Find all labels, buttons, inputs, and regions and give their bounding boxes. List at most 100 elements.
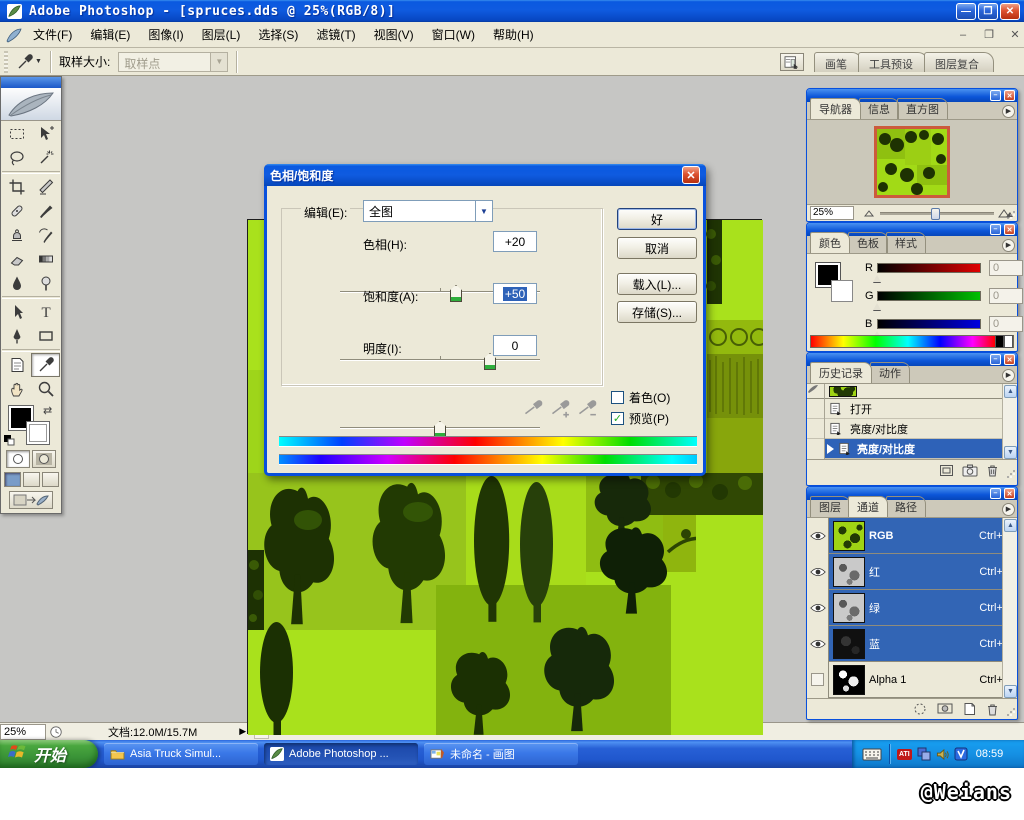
- navigator-menu-button[interactable]: ▶: [1002, 105, 1015, 118]
- b-value-field[interactable]: 0: [989, 316, 1023, 332]
- channel-row-red[interactable]: 红 Ctrl+1: [807, 554, 1017, 590]
- g-value-field[interactable]: 0: [989, 288, 1023, 304]
- blur-tool[interactable]: [2, 271, 31, 295]
- eye-icon[interactable]: [810, 639, 826, 649]
- task-photoshop[interactable]: Adobe Photoshop ...: [264, 743, 418, 765]
- eyedropper-sample-icon[interactable]: [523, 398, 543, 418]
- eye-icon[interactable]: [810, 567, 826, 577]
- color-spectrum-bar[interactable]: [810, 334, 1014, 350]
- color-background-swatch[interactable]: [831, 280, 853, 302]
- restore-button[interactable]: ❐: [978, 3, 998, 20]
- zoom-out-icon[interactable]: [864, 209, 876, 217]
- options-bar-grip[interactable]: [4, 51, 8, 73]
- task-paint[interactable]: 未命名 - 画图: [424, 743, 578, 765]
- tab-styles[interactable]: 样式: [886, 232, 926, 253]
- lasso-tool[interactable]: [2, 146, 31, 170]
- menu-select[interactable]: 选择(S): [249, 22, 307, 47]
- navigator-zoom-field[interactable]: 25%: [810, 206, 854, 220]
- clone-stamp-tool[interactable]: [2, 223, 31, 247]
- hue-slider-thumb[interactable]: [450, 285, 462, 302]
- delete-state-trash-icon[interactable]: [986, 463, 999, 477]
- saturation-input[interactable]: +50: [493, 283, 537, 304]
- cancel-button[interactable]: 取消: [617, 237, 697, 259]
- status-popup-arrow-icon[interactable]: ▶: [239, 726, 246, 737]
- eye-icon[interactable]: [810, 603, 826, 613]
- file-browser-button[interactable]: [780, 53, 804, 71]
- tab-actions[interactable]: 动作: [870, 362, 910, 383]
- new-channel-icon[interactable]: [963, 702, 976, 716]
- navigator-minimize-button[interactable]: –: [990, 90, 1001, 101]
- quick-mask-mode-button[interactable]: [32, 450, 56, 468]
- navigator-zoom-thumb[interactable]: [931, 208, 940, 220]
- swap-colors-icon[interactable]: ⇄: [43, 404, 52, 417]
- tab-layers[interactable]: 图层: [810, 496, 850, 517]
- standard-mode-button[interactable]: [6, 450, 30, 468]
- history-item-brightness-1[interactable]: 亮度/对比度: [807, 419, 1017, 439]
- channels-menu-button[interactable]: ▶: [1002, 503, 1015, 516]
- channels-minimize-button[interactable]: –: [990, 488, 1001, 499]
- scroll-down-icon[interactable]: ▼: [1004, 685, 1017, 698]
- taskbar-clock[interactable]: 08:59: [976, 748, 1004, 760]
- channels-close-button[interactable]: ✕: [1004, 488, 1015, 499]
- eyedropper-tool-icon[interactable]: ▼: [16, 54, 42, 70]
- spectrum-white-swatch[interactable]: [1004, 335, 1013, 348]
- fullscreen-menubar-mode-button[interactable]: [23, 472, 40, 487]
- history-item-brightness-2-selected[interactable]: 亮度/对比度: [807, 439, 1017, 459]
- palette-well-tab-tool-presets[interactable]: 工具预设: [858, 52, 928, 72]
- palette-well-tab-layer-comps[interactable]: 图层复合: [924, 52, 994, 72]
- notes-tool[interactable]: [2, 353, 31, 377]
- channels-resize-grip[interactable]: [1006, 707, 1016, 717]
- doc-close-button[interactable]: ✕: [1006, 28, 1024, 41]
- channel-row-rgb[interactable]: RGB Ctrl+~: [807, 518, 1017, 554]
- r-slider-bar[interactable]: [877, 263, 981, 273]
- slice-tool[interactable]: [31, 175, 60, 199]
- history-resize-grip[interactable]: [1006, 469, 1016, 479]
- antivirus-tray-icon[interactable]: [954, 747, 968, 761]
- input-method-keyboard-icon[interactable]: [862, 748, 882, 761]
- dodge-tool[interactable]: [31, 271, 60, 295]
- move-tool[interactable]: [31, 122, 60, 146]
- save-button[interactable]: 存储(S)...: [617, 301, 697, 323]
- channel-row-alpha1[interactable]: Alpha 1 Ctrl+4: [807, 662, 1017, 698]
- minimize-button[interactable]: —: [956, 3, 976, 20]
- navigator-resize-grip[interactable]: [1006, 210, 1016, 220]
- eyedropper-add-icon[interactable]: [550, 398, 570, 418]
- shape-tool[interactable]: [31, 324, 60, 348]
- fullscreen-mode-button[interactable]: [42, 472, 59, 487]
- path-selection-tool[interactable]: [2, 300, 31, 324]
- menu-window[interactable]: 窗口(W): [423, 22, 484, 47]
- tab-swatches[interactable]: 色板: [848, 232, 888, 253]
- brush-tool[interactable]: [31, 199, 60, 223]
- preview-checkbox[interactable]: ✓: [611, 412, 624, 425]
- g-slider-thumb[interactable]: [873, 303, 881, 310]
- navigator-view-box[interactable]: [874, 126, 950, 198]
- document-size-info[interactable]: 文档:12.0M/15.7M: [108, 724, 197, 740]
- status-zoom-field[interactable]: 25%: [0, 724, 46, 740]
- zoom-tool[interactable]: [31, 377, 60, 401]
- hue-input[interactable]: +20: [493, 231, 537, 252]
- ok-button[interactable]: 好: [617, 208, 697, 230]
- pen-tool[interactable]: [2, 324, 31, 348]
- jump-to-imageready-button[interactable]: [9, 491, 53, 509]
- lightness-slider[interactable]: [340, 420, 540, 436]
- history-snapshot-row[interactable]: [807, 384, 1017, 399]
- r-value-field[interactable]: 0: [989, 260, 1023, 276]
- load-selection-icon[interactable]: [913, 702, 927, 716]
- load-button[interactable]: 载入(L)...: [617, 273, 697, 295]
- standard-screen-mode-button[interactable]: [4, 472, 21, 487]
- tab-paths[interactable]: 路径: [886, 496, 926, 517]
- b-slider-bar[interactable]: [877, 319, 981, 329]
- scroll-up-icon[interactable]: ▲: [1004, 519, 1017, 532]
- history-item-open[interactable]: 打开: [807, 399, 1017, 419]
- tab-history[interactable]: 历史记录: [810, 362, 872, 383]
- save-selection-icon[interactable]: [937, 702, 953, 715]
- doc-minimize-button[interactable]: –: [954, 29, 972, 41]
- navigator-close-button[interactable]: ✕: [1004, 90, 1015, 101]
- doc-restore-button[interactable]: ❐: [980, 28, 998, 41]
- channels-scrollbar[interactable]: ▲ ▼: [1002, 518, 1017, 699]
- default-colors-icon[interactable]: [3, 434, 15, 446]
- channel-row-blue[interactable]: 蓝 Ctrl+3: [807, 626, 1017, 662]
- menu-help[interactable]: 帮助(H): [484, 22, 543, 47]
- dialog-title-bar[interactable]: 色相/饱和度 ✕: [264, 164, 706, 186]
- healing-brush-tool[interactable]: [2, 199, 31, 223]
